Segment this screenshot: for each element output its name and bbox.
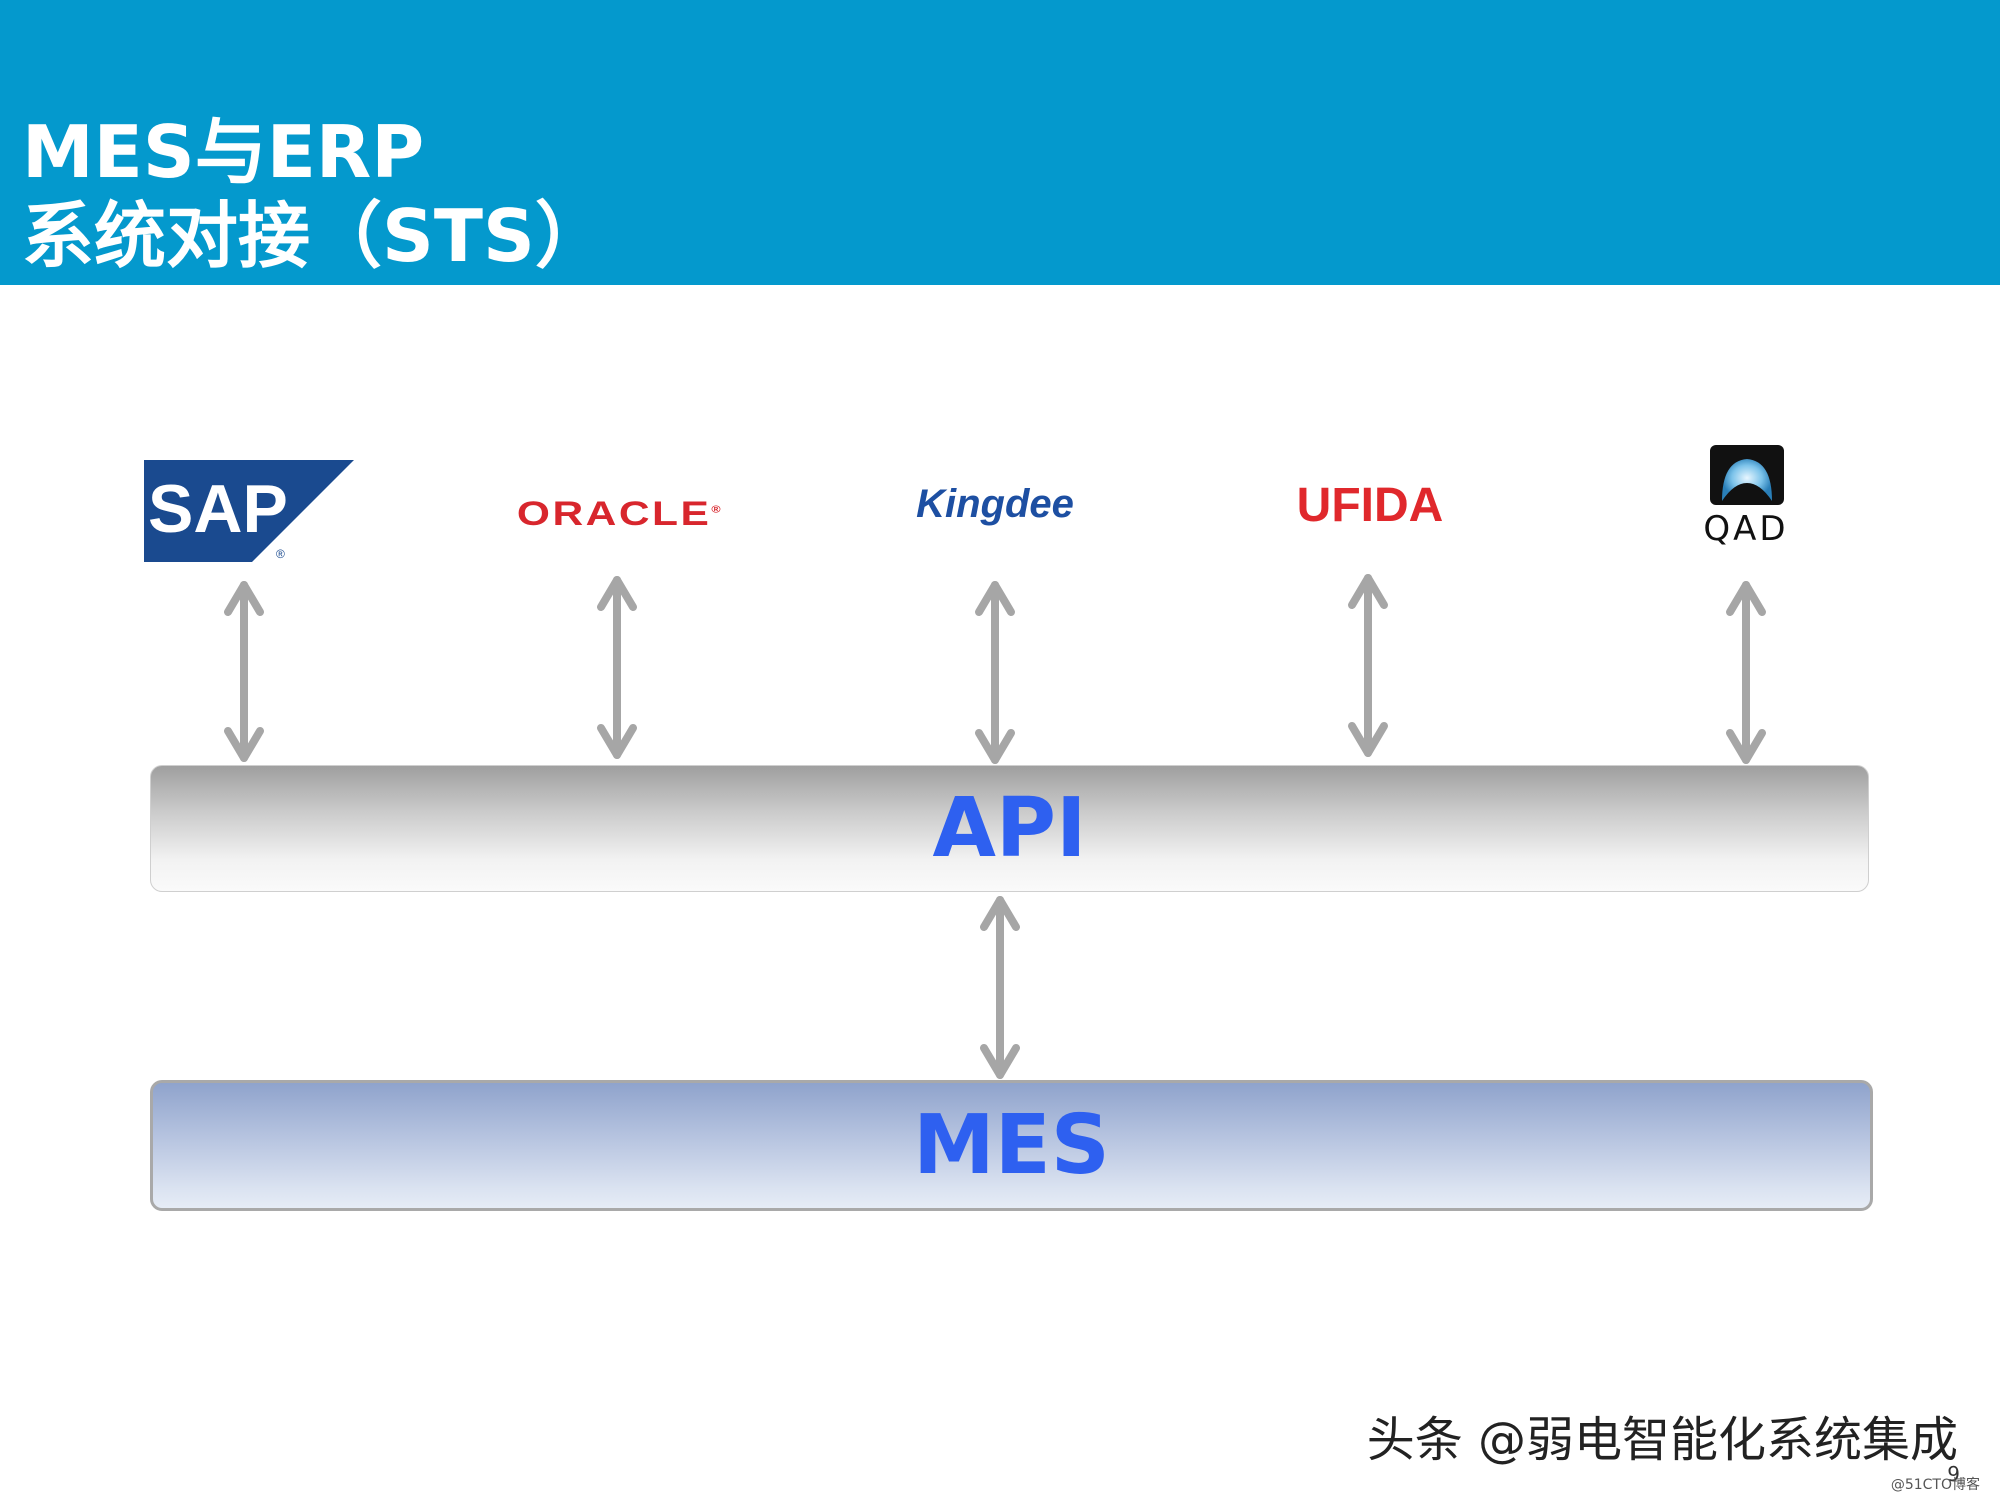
- arrow-sap-api: [224, 581, 264, 762]
- mes-layer: MES: [150, 1080, 1873, 1211]
- arrow-qad-api: [1726, 581, 1766, 764]
- arrow-api-mes: [980, 896, 1020, 1079]
- watermark: 头条 @弱电智能化系统集成: [1366, 1412, 1958, 1468]
- site-mark: @51CTO博客: [1890, 1477, 1980, 1493]
- api-label: API: [932, 781, 1087, 876]
- mes-label: MES: [913, 1098, 1110, 1193]
- connector-arrows: [224, 574, 1766, 1079]
- api-layer: API: [150, 765, 1869, 892]
- arrow-kingdee-api: [975, 581, 1015, 764]
- arrow-oracle-api: [597, 576, 637, 759]
- arrow-ufida-api: [1348, 574, 1388, 757]
